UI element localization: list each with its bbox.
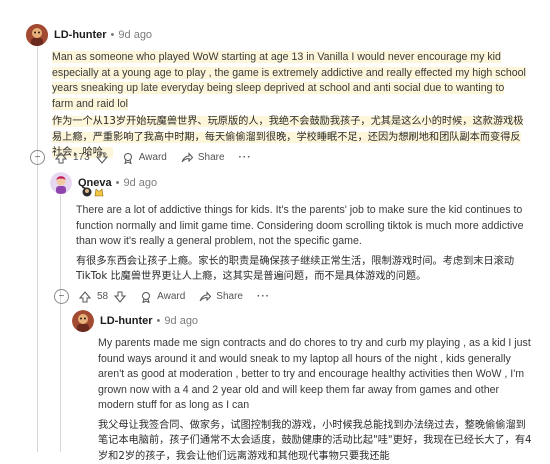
comment-text-en: Man as someone who played WoW starting a… xyxy=(52,50,528,112)
share-label: Share xyxy=(216,291,243,302)
comment-actions: − 58 Award Share ··· xyxy=(54,289,270,304)
vote-group: 58 xyxy=(79,291,126,303)
vote-count: 58 xyxy=(97,291,108,302)
separator-dot: • xyxy=(111,29,115,41)
upvote-icon[interactable] xyxy=(79,291,91,303)
share-label: Share xyxy=(198,152,225,163)
comment-text-cn: 有很多东西会让孩子上瘾。家长的职责是确保孩子继续正常生活，限制游戏时间。考虑到末… xyxy=(76,254,530,285)
share-button[interactable]: Share xyxy=(199,291,243,303)
comment-text-cn: 我父母让我签合同、做家务，试图控制我的游戏，小时候我总能找到办法绕过去，整晚偷偷… xyxy=(98,418,532,464)
collapse-button[interactable]: − xyxy=(30,150,45,165)
timestamp: 9d ago xyxy=(118,29,152,41)
avatar-icon xyxy=(50,172,72,194)
award-label: Award xyxy=(157,291,185,302)
comment-text-en: My parents made me sign contracts and do… xyxy=(98,336,532,414)
comment-actions: − 173 Award Share ··· xyxy=(30,150,252,165)
username[interactable]: LD-hunter xyxy=(100,315,153,327)
timestamp: 9d ago xyxy=(164,315,198,327)
avatar[interactable] xyxy=(50,172,72,194)
avatar[interactable] xyxy=(26,24,48,46)
upvote-icon[interactable] xyxy=(55,152,67,164)
avatar[interactable] xyxy=(72,310,94,332)
share-button[interactable]: Share xyxy=(181,152,225,164)
username[interactable]: LD-hunter xyxy=(54,29,107,41)
vote-count: 173 xyxy=(73,152,90,163)
award-label: Award xyxy=(139,152,167,163)
award-icon xyxy=(122,152,134,164)
separator-dot: • xyxy=(157,315,161,327)
comment-body: There are a lot of addictive things for … xyxy=(76,203,530,285)
comment-body: Man as someone who played WoW starting a… xyxy=(52,50,528,161)
flair-badge-icon xyxy=(82,187,92,197)
comment-header: LD-hunter • 9d ago xyxy=(72,310,198,332)
avatar-icon xyxy=(72,310,94,332)
more-options-icon[interactable]: ··· xyxy=(239,152,252,163)
vote-group: 173 xyxy=(55,152,108,164)
separator-dot: • xyxy=(116,177,120,189)
thread-line-reply xyxy=(60,195,61,452)
timestamp: 9d ago xyxy=(124,177,158,189)
downvote-icon[interactable] xyxy=(96,152,108,164)
comment-header: LD-hunter • 9d ago xyxy=(26,24,152,46)
user-flair xyxy=(82,187,104,197)
share-icon xyxy=(181,152,193,164)
downvote-icon[interactable] xyxy=(114,291,126,303)
share-icon xyxy=(199,291,211,303)
award-button[interactable]: Award xyxy=(140,291,185,303)
collapse-button[interactable]: − xyxy=(54,289,69,304)
comment-body: My parents made me sign contracts and do… xyxy=(98,336,532,464)
award-button[interactable]: Award xyxy=(122,152,167,164)
more-options-icon[interactable]: ··· xyxy=(257,291,270,302)
thread-line-main xyxy=(37,42,38,452)
flair-cat-icon xyxy=(94,187,104,197)
avatar-icon xyxy=(26,24,48,46)
comment-text-en: There are a lot of addictive things for … xyxy=(76,203,530,250)
award-icon xyxy=(140,291,152,303)
